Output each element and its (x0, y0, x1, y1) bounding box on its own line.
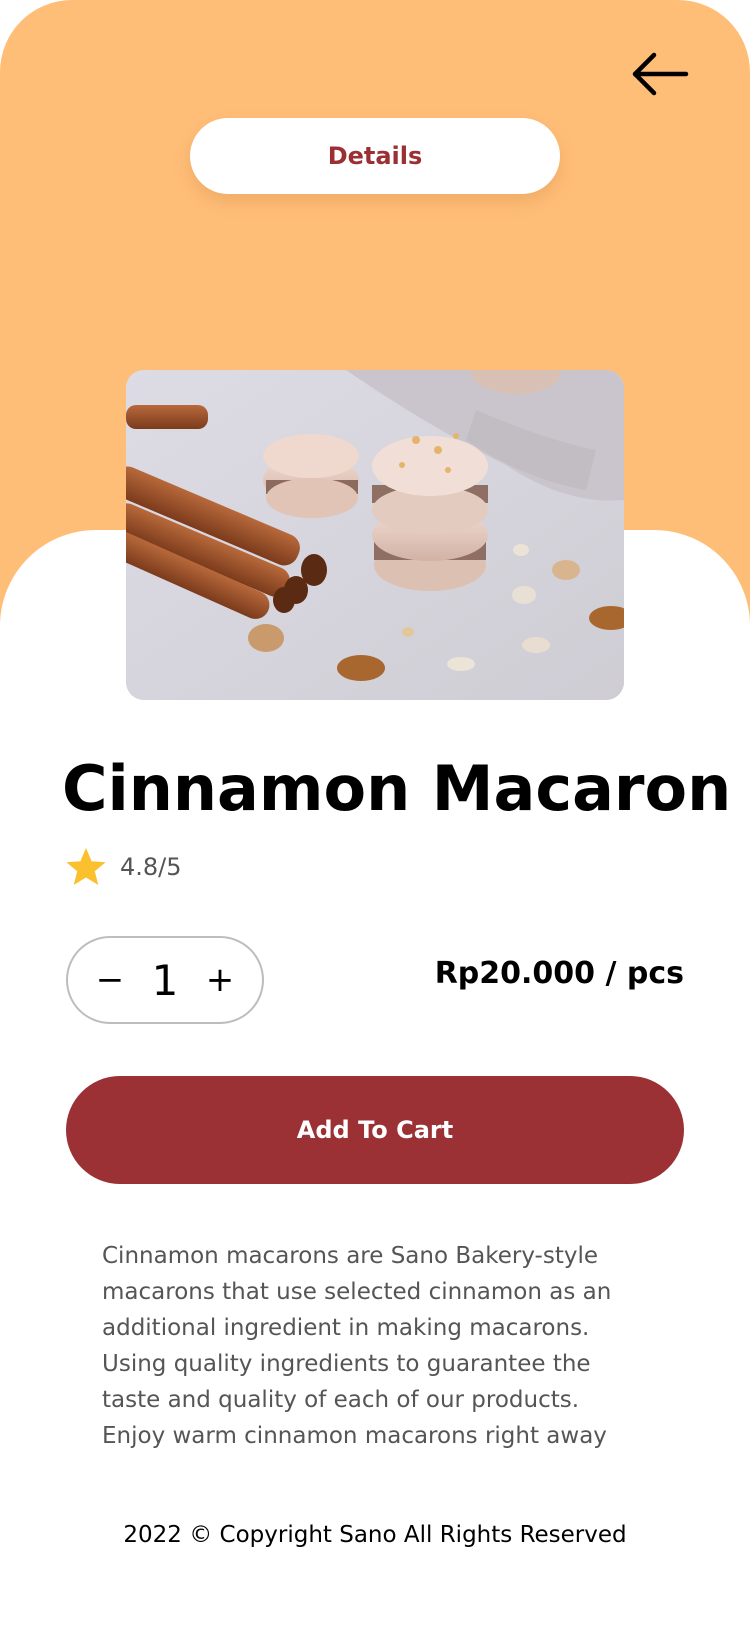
arrow-left-icon (632, 52, 689, 96)
product-price: Rp20.000 / pcs (434, 956, 684, 991)
product-details-page: Details Cinnamon Macaron 4.8/5 − 1 + Rp2… (0, 0, 750, 1632)
copyright-footer: 2022 © Copyright Sano All Rights Reserve… (123, 1522, 627, 1548)
description-line: Cinnamon macarons are Sano Bakery-style (102, 1243, 598, 1269)
description-line: macarons that use selected cinnamon as a… (102, 1279, 612, 1305)
product-image (126, 370, 624, 700)
back-button[interactable] (624, 44, 696, 104)
product-description: Cinnamon macarons are Sano Bakery-style … (102, 1238, 662, 1454)
macaron-photo (126, 370, 624, 700)
tab-details[interactable]: Details (190, 118, 560, 194)
rating: 4.8/5 (64, 844, 182, 890)
quantity-stepper: − 1 + (66, 936, 264, 1024)
add-to-cart-button[interactable]: Add To Cart (66, 1076, 684, 1184)
product-title: Cinnamon Macaron (62, 752, 732, 825)
star-icon (66, 848, 106, 885)
decrease-quantity-button[interactable]: − (90, 960, 130, 1000)
description-line: additional ingredient in making macarons… (102, 1315, 590, 1341)
quantity-value[interactable]: 1 (152, 956, 179, 1005)
increase-quantity-button[interactable]: + (200, 960, 240, 1000)
description-line: taste and quality of each of our product… (102, 1387, 580, 1413)
rating-value: 4.8/5 (120, 853, 182, 881)
description-line: Using quality ingredients to guarantee t… (102, 1351, 591, 1377)
description-line: Enjoy warm cinnamon macarons right away (102, 1423, 607, 1449)
